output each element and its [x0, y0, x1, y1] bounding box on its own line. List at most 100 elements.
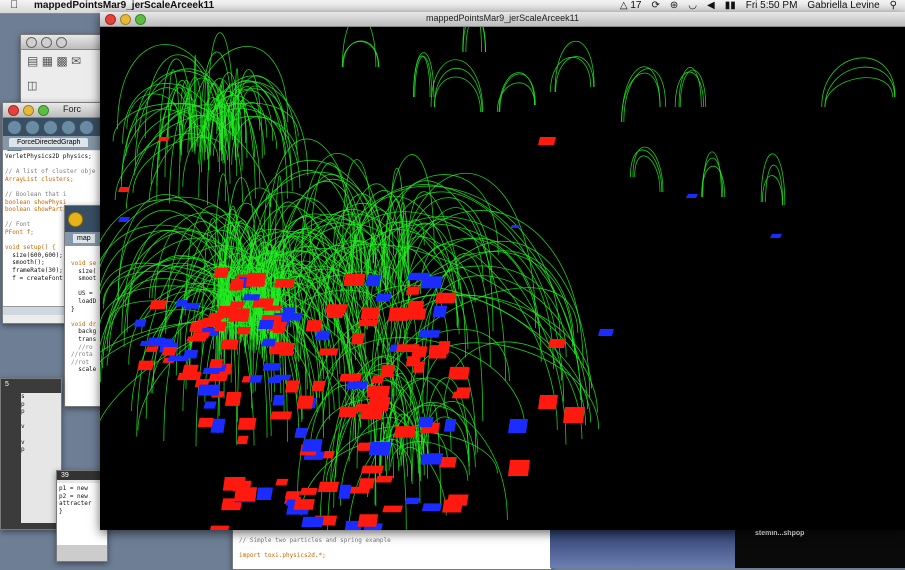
blue-tile	[420, 276, 443, 289]
battery-icon[interactable]: ▮▮	[725, 0, 736, 11]
red-tile	[299, 488, 318, 495]
blue-tile	[133, 319, 147, 327]
open-button[interactable]	[61, 120, 76, 135]
red-tile	[214, 321, 227, 332]
blue-tile	[261, 338, 277, 347]
red-tile	[161, 347, 177, 356]
red-tile	[350, 333, 365, 345]
mail-icon[interactable]: ✉	[71, 54, 81, 68]
code-line: // Simple two particles and spring examp…	[239, 537, 391, 544]
red-tile	[220, 339, 239, 350]
document-icon[interactable]: ▤	[27, 54, 38, 68]
red-tile	[237, 417, 257, 430]
close-button[interactable]	[26, 37, 37, 48]
apple-menu-icon[interactable]: 	[10, 0, 18, 11]
spring-arc	[824, 66, 896, 108]
window-title: Forc	[63, 104, 81, 114]
red-tile	[236, 435, 249, 445]
adobe-count: 17	[630, 0, 642, 11]
red-tile	[137, 360, 155, 371]
processing-toolbar	[3, 118, 103, 155]
bluetooth-icon[interactable]: ⊛	[670, 0, 678, 11]
close-button[interactable]	[8, 105, 19, 116]
red-tile	[428, 345, 448, 359]
zoom-button[interactable]	[38, 105, 49, 116]
code-line: // Boolean that i	[5, 190, 67, 198]
save-button[interactable]	[79, 120, 94, 135]
spring-arc	[158, 58, 193, 161]
app-name-menu[interactable]: mappedPointsMar9_jerScaleArceek11	[34, 0, 214, 11]
processing-titlebar: Forc	[3, 103, 103, 118]
print-icon[interactable]: ▩	[56, 54, 67, 68]
red-tile	[197, 417, 214, 428]
blue-tile	[262, 363, 282, 371]
red-tile	[186, 336, 208, 342]
blue-tile	[118, 217, 130, 222]
red-tile	[366, 385, 391, 398]
example-code-editor[interactable]: // Simple two particles and spring examp…	[239, 537, 539, 567]
run-button[interactable]	[68, 212, 83, 227]
red-tile	[322, 450, 335, 459]
red-tile	[158, 137, 170, 141]
red-tile	[382, 505, 403, 513]
new-button[interactable]	[43, 120, 58, 135]
blue-tile	[368, 441, 392, 456]
blue-tile	[157, 338, 175, 347]
spring-arc	[342, 40, 380, 68]
blue-tile	[281, 312, 304, 321]
blue-tile	[202, 368, 222, 374]
spring-arc	[342, 27, 377, 68]
blue-tile	[338, 484, 352, 499]
red-tile	[357, 320, 379, 327]
blue-tile	[167, 355, 189, 362]
user-menu[interactable]: Gabriella Levine	[807, 0, 879, 11]
red-tile	[388, 307, 410, 321]
adobe-updates-icon[interactable]: △ 17	[620, 0, 642, 11]
blue-tile	[432, 305, 448, 318]
blue-tile	[249, 375, 263, 383]
sketch-tab-bar: ForceDirectedGraph	[3, 136, 103, 150]
sketch-title: mappedPointsMar9_jerScaleArceek11	[426, 13, 579, 23]
run-button[interactable]	[7, 120, 22, 135]
red-tile	[448, 366, 469, 379]
red-tile	[207, 312, 226, 320]
tab-forcedirectedgraph[interactable]: ForceDirectedGraph	[9, 138, 89, 147]
sync-icon[interactable]: ⟳	[651, 0, 659, 11]
code-line: import toxi.physics2d.*;	[239, 552, 326, 560]
zoom-button[interactable]	[56, 37, 67, 48]
volume-icon[interactable]: ◀	[707, 0, 715, 11]
finder-titlebar	[21, 35, 111, 50]
stop-button[interactable]	[25, 120, 40, 135]
red-tile	[338, 406, 358, 418]
sketch-canvas[interactable]	[100, 27, 905, 530]
red-tile	[229, 278, 245, 291]
spring-arc	[824, 77, 893, 108]
blue-tile	[271, 374, 292, 380]
minimize-button[interactable]	[41, 37, 52, 48]
red-tile	[210, 525, 230, 530]
third-code-editor[interactable]: spp v vp	[21, 393, 61, 523]
spring-arc	[375, 431, 498, 474]
finder-item-icon[interactable]: ◫	[27, 79, 37, 92]
wifi-icon[interactable]: ◡	[688, 0, 697, 11]
minimize-button[interactable]	[23, 105, 34, 116]
spring-arc	[182, 134, 211, 187]
red-tile	[360, 307, 380, 320]
save-icon[interactable]: ▦	[42, 54, 53, 68]
spotlight-icon[interactable]: ⚲	[890, 0, 897, 11]
red-tile	[538, 137, 556, 145]
desktop-photo	[550, 528, 735, 568]
tab-map[interactable]: map	[73, 234, 95, 243]
red-tile	[548, 339, 566, 348]
red-tile	[325, 304, 348, 313]
red-tile	[224, 391, 242, 406]
red-tile	[305, 320, 323, 332]
blue-tile	[443, 419, 457, 432]
code-line: p	[21, 408, 25, 416]
blue-tile	[420, 453, 443, 465]
spring-arc	[554, 40, 595, 93]
red-tile	[339, 373, 363, 382]
clock[interactable]: Fri 5:50 PM	[746, 0, 798, 11]
